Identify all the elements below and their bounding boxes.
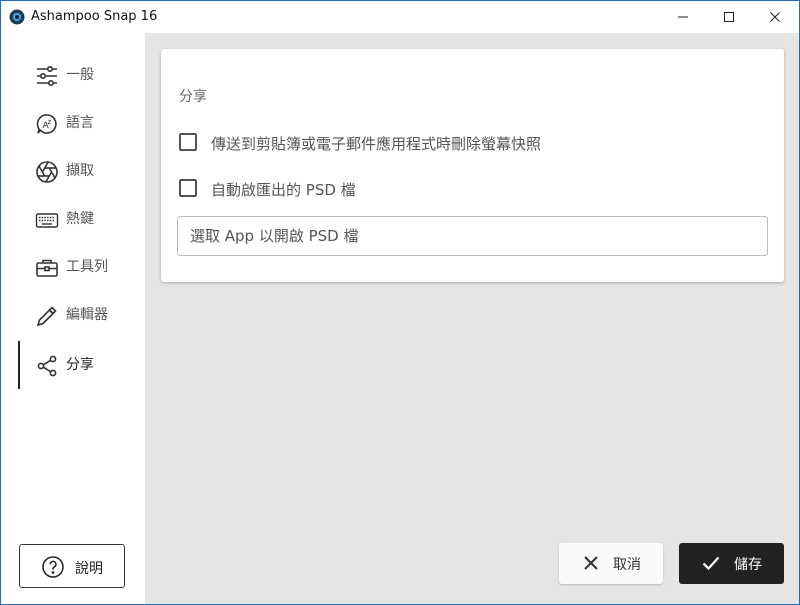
sidebar-item-capture[interactable]: 擷取 (1, 147, 145, 195)
app-window: Ashampoo Snap 16 一般 A z 語言 擷取 熱鍵 工具列 編輯器… (0, 0, 800, 605)
maximize-icon (724, 12, 734, 22)
section-title: 分享 (179, 89, 207, 105)
sidebar-item-hotkeys[interactable]: 熱鍵 (1, 195, 145, 243)
auto-open-psd-label: 自動啟匯出的 PSD 檔 (211, 181, 356, 199)
help-icon (42, 556, 64, 578)
help-button[interactable]: 說明 (19, 544, 125, 588)
sidebar-item-label: 熱鍵 (66, 211, 94, 227)
language-icon: A z (36, 114, 57, 134)
minimize-icon (678, 16, 688, 18)
sidebar-item-toolbar[interactable]: 工具列 (1, 243, 145, 291)
svg-text:z: z (48, 118, 52, 126)
delete-screenshot-checkbox[interactable] (179, 133, 197, 151)
sidebar-item-label: 擷取 (66, 163, 94, 179)
close-icon (584, 556, 598, 570)
app-logo-icon (9, 9, 25, 25)
sidebar-item-general[interactable]: 一般 (1, 51, 145, 99)
close-button[interactable] (752, 1, 798, 33)
toolbox-icon (36, 259, 58, 277)
sidebar-item-label: 語言 (66, 115, 94, 131)
save-button[interactable]: 儲存 (679, 543, 784, 584)
cancel-button[interactable]: 取消 (559, 543, 663, 584)
save-label: 儲存 (734, 557, 762, 573)
window-title: Ashampoo Snap 16 (31, 9, 158, 24)
sidebar-item-language[interactable]: A z 語言 (1, 99, 145, 147)
share-settings-card: 分享 傳送到剪貼簿或電子郵件應用程式時刪除螢幕快照 自動啟匯出的 PSD 檔 (161, 49, 784, 282)
settings-content: 分享 傳送到剪貼簿或電子郵件應用程式時刪除螢幕快照 自動啟匯出的 PSD 檔 取… (145, 33, 799, 604)
delete-screenshot-label: 傳送到剪貼簿或電子郵件應用程式時刪除螢幕快照 (211, 135, 542, 153)
keyboard-icon (35, 213, 59, 228)
sidebar-item-editor[interactable]: 編輯器 (1, 291, 145, 339)
title-bar[interactable]: Ashampoo Snap 16 (1, 1, 799, 33)
close-icon (770, 12, 780, 22)
maximize-button[interactable] (706, 1, 752, 33)
sidebar-item-label: 編輯器 (66, 307, 108, 323)
cancel-label: 取消 (613, 557, 641, 573)
settings-sidebar: 一般 A z 語言 擷取 熱鍵 工具列 編輯器 分享 說明 (1, 33, 145, 604)
pencil-icon (36, 306, 57, 327)
sidebar-item-label: 工具列 (66, 259, 108, 275)
checkmark-icon (702, 556, 720, 571)
sidebar-item-label: 一般 (66, 67, 94, 83)
sliders-icon (37, 65, 57, 86)
share-icon (37, 355, 57, 377)
psd-app-input[interactable] (177, 216, 768, 256)
sidebar-item-label: 分享 (66, 357, 94, 373)
minimize-button[interactable] (660, 1, 706, 33)
aperture-icon (36, 161, 58, 183)
sidebar-item-share[interactable]: 分享 (1, 341, 145, 389)
help-label: 說明 (75, 561, 103, 577)
auto-open-psd-checkbox[interactable] (179, 179, 197, 197)
